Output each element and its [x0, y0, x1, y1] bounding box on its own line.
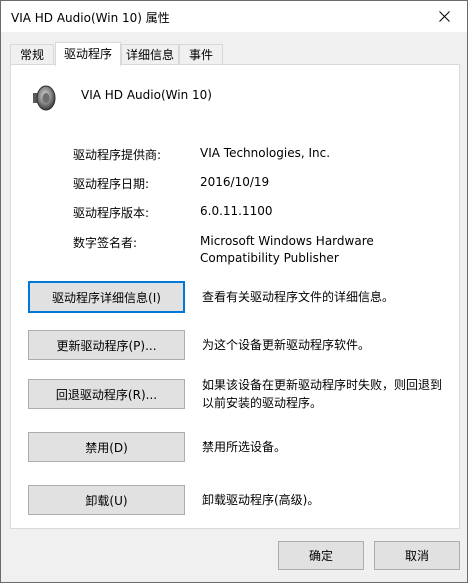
- tab-events[interactable]: 事件: [179, 44, 223, 64]
- date-label: 驱动程序日期:: [73, 177, 150, 191]
- tab-label: 详细信息: [125, 48, 174, 62]
- provider-label: 驱动程序提供商:: [73, 148, 162, 162]
- button-label: 禁用(D): [85, 440, 128, 455]
- ok-button[interactable]: 确定: [278, 541, 364, 570]
- window-title: VIA HD Audio(Win 10) 属性: [11, 11, 170, 25]
- button-label: 取消: [404, 549, 429, 563]
- uninstall-driver-button[interactable]: 卸载(U): [28, 485, 185, 515]
- tab-details[interactable]: 详细信息: [121, 44, 179, 64]
- button-label: 驱动程序详细信息(I): [52, 290, 161, 305]
- tab-general[interactable]: 常规: [10, 44, 54, 64]
- close-icon: [438, 11, 450, 22]
- tab-label: 常规: [19, 48, 44, 62]
- title-bar: VIA HD Audio(Win 10) 属性: [1, 1, 467, 32]
- uninstall-driver-description: 卸载驱动程序(高级)。: [202, 493, 320, 507]
- version-label: 驱动程序版本:: [73, 206, 150, 220]
- disable-device-description: 禁用所选设备。: [202, 440, 287, 454]
- device-name: VIA HD Audio(Win 10): [81, 88, 212, 102]
- rollback-description-line1: 如果该设备在更新驱动程序时失败，则回退到: [202, 378, 443, 392]
- button-label: 回退驱动程序(R)...: [55, 387, 158, 402]
- driver-details-button[interactable]: 驱动程序详细信息(I): [28, 281, 185, 313]
- date-value: 2016/10/19: [200, 175, 270, 189]
- close-button[interactable]: [421, 1, 467, 32]
- disable-device-button[interactable]: 禁用(D): [28, 432, 185, 462]
- button-label: 卸载(U): [85, 493, 128, 508]
- update-driver-description: 为这个设备更新驱动程序软件。: [202, 338, 371, 352]
- provider-value: VIA Technologies, Inc.: [200, 146, 331, 160]
- rollback-description-line2: 以前安装的驱动程序。: [202, 396, 323, 410]
- driver-tab-panel: VIA HD Audio(Win 10) 驱动程序提供商: VIA Techno…: [10, 64, 460, 529]
- button-label: 更新驱动程序(P)...: [56, 338, 157, 353]
- tab-label: 驱动程序: [63, 47, 112, 61]
- properties-dialog: VIA HD Audio(Win 10) 属性 常规 驱动程序 详细信息 事件: [0, 0, 468, 583]
- signer-label: 数字签名者:: [73, 236, 138, 250]
- update-driver-button[interactable]: 更新驱动程序(P)...: [28, 330, 185, 360]
- rollback-driver-button[interactable]: 回退驱动程序(R)...: [28, 379, 185, 409]
- speaker-icon: [33, 85, 56, 111]
- driver-details-description: 查看有关驱动程序文件的详细信息。: [202, 290, 395, 304]
- version-value: 6.0.11.1100: [200, 204, 273, 218]
- tab-label: 事件: [188, 48, 213, 62]
- signer-value-line2: Compatibility Publisher: [200, 251, 339, 265]
- tab-driver[interactable]: 驱动程序: [55, 42, 121, 66]
- cancel-button[interactable]: 取消: [374, 541, 460, 570]
- button-label: 确定: [308, 549, 333, 563]
- signer-value-line1: Microsoft Windows Hardware: [200, 234, 374, 248]
